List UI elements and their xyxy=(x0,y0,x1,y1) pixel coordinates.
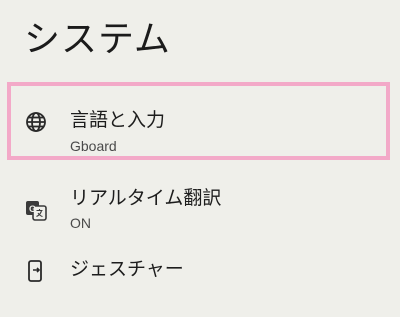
settings-item-gestures[interactable]: ジェスチャー xyxy=(0,246,400,316)
translate-icon: G xyxy=(24,198,48,222)
settings-item-title: ジェスチャー xyxy=(70,258,184,280)
globe-icon xyxy=(24,110,48,134)
settings-item-live-translate[interactable]: G リアルタイム翻訳 ON xyxy=(0,168,400,244)
settings-item-title: リアルタイム翻訳 xyxy=(70,187,222,209)
svg-text:G: G xyxy=(29,204,36,214)
settings-item-title: 言語と入力 xyxy=(70,109,166,131)
page-title: システム xyxy=(24,19,171,60)
settings-item-language-input[interactable]: 言語と入力 Gboard xyxy=(0,82,400,166)
settings-item-summary: ON xyxy=(70,215,91,231)
gesture-phone-icon xyxy=(24,259,48,283)
settings-screen: システム 言語と入力 Gboard G リアルタイム翻訳 ON ジェスチャー xyxy=(0,0,400,317)
settings-item-summary: Gboard xyxy=(70,138,117,154)
selection-highlight xyxy=(7,82,390,160)
